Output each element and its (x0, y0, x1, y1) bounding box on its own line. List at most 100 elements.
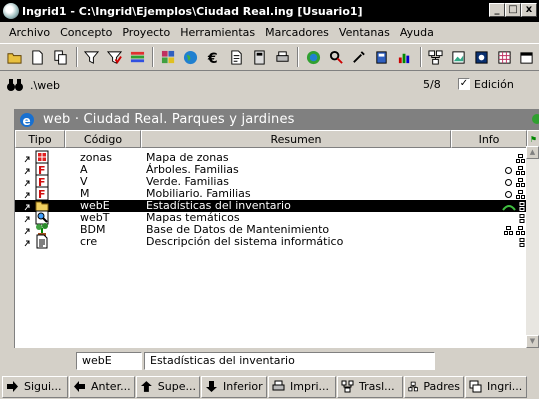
menu-concepto[interactable]: Concepto (55, 26, 117, 39)
next-button[interactable]: Sigui... (2, 375, 68, 398)
superior-label: Supe... (157, 380, 196, 393)
binoculars-icon[interactable] (6, 78, 24, 92)
svg-text:€: € (207, 51, 218, 65)
open-folder-icon[interactable] (4, 46, 26, 68)
scroll-down-button[interactable]: ▼ (526, 335, 539, 348)
parents-button[interactable]: Padres (404, 375, 464, 398)
column-resumen[interactable]: Resumen (141, 130, 451, 148)
euro-icon[interactable]: € (203, 46, 225, 68)
vertical-scrollbar[interactable]: ▲ ▼ (526, 146, 539, 348)
child-icon (519, 213, 525, 223)
navigation-bar: Sigui... Anter... Supe... Inferior Impri… (0, 374, 539, 399)
column-codigo[interactable]: Código (65, 130, 141, 148)
document-icon[interactable] (226, 46, 248, 68)
ingrid-button[interactable]: Ingri... (465, 375, 527, 398)
close-button[interactable]: x (521, 3, 537, 17)
edit-label[interactable]: Edición (474, 78, 514, 91)
menu-proyecto[interactable]: Proyecto (117, 26, 175, 39)
minimize-button[interactable]: _ (489, 3, 505, 17)
previous-button[interactable]: Anter... (69, 375, 135, 398)
child-icon (519, 201, 525, 211)
list-item[interactable]: cre Descripción del sistema informático (15, 234, 527, 249)
list-item[interactable]: F A Árboles. Familias (15, 162, 527, 177)
tree-icon (516, 189, 525, 199)
list-item[interactable]: F V Verde. Familias (15, 174, 527, 189)
toolbar-separator (152, 47, 155, 67)
row-info (504, 164, 525, 176)
search-tools-icon[interactable] (325, 46, 347, 68)
link-icon (505, 178, 512, 186)
database-icon[interactable] (371, 46, 393, 68)
inferior-button[interactable]: Inferior (201, 375, 267, 398)
arrow-down-icon (206, 381, 217, 392)
row-code: cre (80, 235, 98, 248)
copy-icon[interactable] (50, 46, 72, 68)
tree-icon (516, 225, 525, 235)
row-info (516, 152, 525, 164)
row-info (504, 188, 525, 200)
shortcut-arrow-icon (24, 238, 30, 247)
print-button[interactable]: Impri... (268, 375, 336, 398)
shortcut-arrow-icon (24, 178, 30, 187)
document-image-icon[interactable] (447, 46, 469, 68)
rainbow-icon[interactable] (126, 46, 148, 68)
row-info (519, 212, 525, 224)
filter-icon[interactable] (81, 46, 103, 68)
child-icon (519, 237, 525, 247)
tree-icon (408, 381, 418, 392)
shortcut-arrow-icon (24, 190, 30, 199)
menu-archivo[interactable]: Archivo (4, 26, 55, 39)
parents-label: Padres (423, 380, 460, 393)
toolbar: € (0, 43, 539, 71)
menu-marcadores[interactable]: Marcadores (260, 26, 334, 39)
print-label: Impri... (290, 380, 330, 393)
superior-button[interactable]: Supe... (136, 375, 200, 398)
image-icon[interactable] (470, 46, 492, 68)
table-icon[interactable] (493, 46, 515, 68)
current-path: .\web (30, 78, 60, 92)
shortcut-arrow-icon (24, 202, 30, 211)
menu-ventanas[interactable]: Ventanas (334, 26, 395, 39)
list-item[interactable]: zonas Mapa de zonas (15, 150, 527, 165)
previous-label: Anter... (91, 380, 131, 393)
palette-icon[interactable] (157, 46, 179, 68)
next-label: Sigui... (24, 380, 62, 393)
shortcut-arrow-icon (24, 166, 30, 175)
edit-checkbox[interactable]: ✓ (458, 78, 470, 90)
window-icon[interactable] (516, 46, 538, 68)
scroll-up-button[interactable]: ▲ (526, 146, 539, 159)
menu-herramientas[interactable]: Herramientas (175, 26, 260, 39)
text-doc-icon (35, 234, 49, 249)
globe-icon[interactable] (180, 46, 202, 68)
column-info[interactable]: Info (451, 130, 527, 148)
tree-icon (504, 225, 513, 235)
wrench-icon[interactable] (348, 46, 370, 68)
ingrid-label: Ingri... (487, 380, 523, 393)
network-icon[interactable] (425, 46, 447, 68)
window-title: Ingrid1 - C:\Ingrid\Ejemplos\Ciudad Real… (22, 4, 363, 18)
web-e-icon: e (20, 112, 34, 128)
row-info (519, 236, 525, 248)
title-bar[interactable]: Ingrid1 - C:\Ingrid\Ejemplos\Ciudad Real… (0, 0, 539, 22)
toolbar-separator (75, 47, 78, 67)
code-field[interactable]: webE (76, 352, 142, 370)
translate-button[interactable]: Trasl... (337, 375, 403, 398)
world-icon[interactable] (302, 46, 324, 68)
column-tipo[interactable]: Tipo (15, 130, 65, 148)
calculator-icon[interactable] (249, 46, 271, 68)
inferior-label: Inferior (223, 380, 263, 393)
rainbow-mark-icon (502, 204, 516, 211)
menu-ayuda[interactable]: Ayuda (395, 26, 439, 39)
translate-label: Trasl... (359, 380, 395, 393)
app-icon[interactable] (3, 3, 19, 19)
row-info (502, 200, 525, 212)
summary-field[interactable]: Estadísticas del inventario (144, 352, 435, 370)
filter-check-icon[interactable] (103, 46, 125, 68)
arrow-left-icon (74, 381, 85, 392)
new-document-icon[interactable] (27, 46, 49, 68)
row-summary: Descripción del sistema informático (146, 235, 344, 248)
restore-button[interactable]: □ (505, 3, 521, 17)
chart-icon[interactable] (394, 46, 416, 68)
printer-icon[interactable] (271, 46, 293, 68)
tree-icon (516, 165, 525, 175)
